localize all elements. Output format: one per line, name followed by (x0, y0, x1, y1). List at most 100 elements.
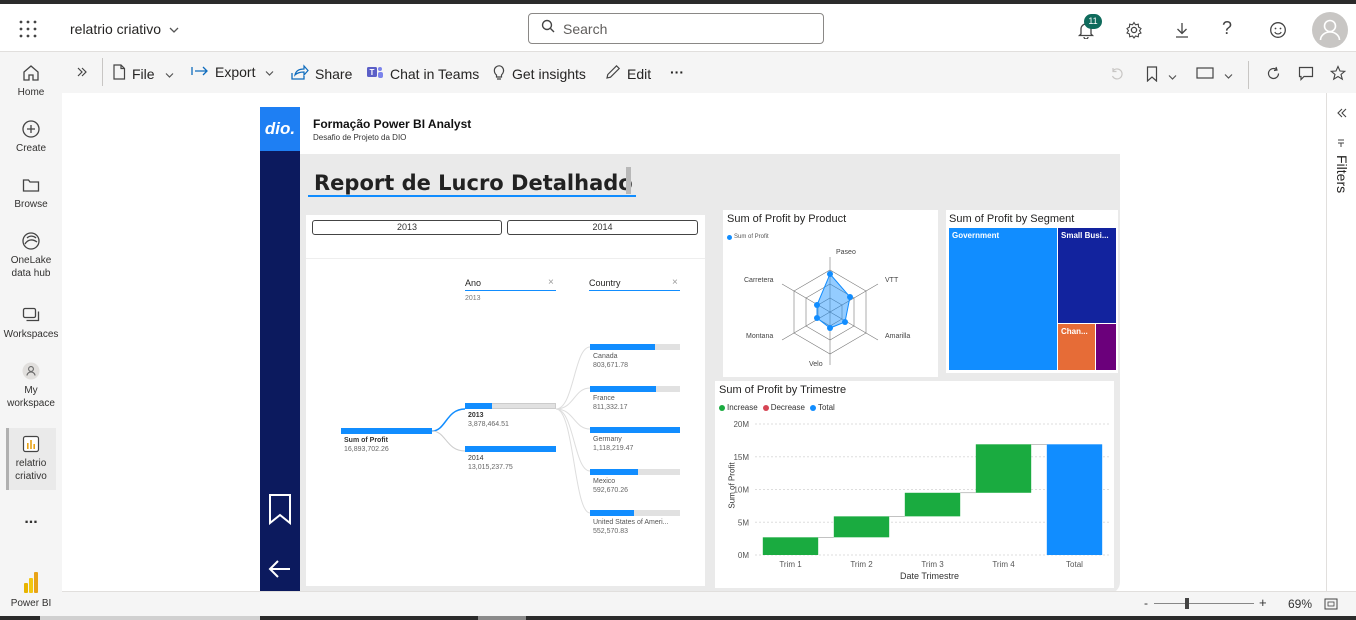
avatar[interactable] (1312, 12, 1348, 48)
collapse-icon[interactable] (1337, 105, 1347, 123)
country-bar[interactable] (590, 385, 656, 392)
nav-powerbi[interactable]: Power BI (0, 570, 62, 610)
increase-bar[interactable] (904, 492, 961, 517)
get-insights-button[interactable]: Get insights (492, 64, 586, 83)
country-bar[interactable] (590, 344, 655, 350)
country-bar[interactable] (590, 510, 634, 516)
treemap-title: Sum of Profit by Segment (949, 213, 1075, 225)
favorite-star-icon[interactable] (1329, 65, 1347, 86)
increase-bar[interactable] (833, 516, 890, 538)
nav-browse[interactable]: Browse (0, 175, 62, 211)
workspaces-icon (0, 305, 62, 325)
home-icon (0, 63, 62, 83)
chevron-down-icon (1224, 67, 1233, 85)
edit-button[interactable]: Edit (605, 64, 651, 83)
file-menu[interactable]: File (112, 64, 174, 83)
country-bar[interactable] (590, 427, 680, 433)
filter-icon (1336, 135, 1346, 153)
treemap-government[interactable]: Government (949, 228, 1057, 370)
treemap-small-business[interactable]: Small Busi... (1058, 228, 1116, 323)
x-tick-label: Total (1066, 560, 1083, 569)
nav-onelake[interactable]: OneLake data hub (0, 231, 62, 280)
svg-text:T: T (370, 68, 375, 77)
search-box[interactable]: Search (528, 13, 824, 44)
nav-my-workspace[interactable]: My workspace (0, 361, 62, 410)
nav-more[interactable]: ... (0, 511, 62, 527)
refresh-icon[interactable] (1266, 66, 1281, 86)
report-heading: Report de Lucro Detalhado (314, 171, 633, 195)
year-bar[interactable] (465, 446, 556, 452)
y-tick-label: 5M (738, 518, 749, 527)
filters-pane[interactable]: Filters (1326, 93, 1356, 591)
export-menu[interactable]: Export (191, 64, 274, 80)
zoom-slider-thumb[interactable] (1185, 598, 1189, 609)
close-icon[interactable]: × (672, 277, 678, 288)
report-icon (0, 434, 62, 454)
chat-in-teams-button[interactable]: T Chat in Teams (366, 64, 479, 83)
zoom-slider-track[interactable] (1154, 603, 1254, 604)
reset-icon[interactable] (1110, 67, 1124, 86)
x-tick-label: Trim 4 (992, 560, 1015, 569)
year-value: 13,015,237.75 (468, 464, 513, 471)
pencil-icon (605, 64, 621, 83)
fit-to-page-icon[interactable] (1324, 597, 1338, 615)
comment-icon[interactable] (1298, 66, 1314, 86)
lightbulb-icon (492, 64, 506, 83)
help-icon[interactable]: ? (1222, 18, 1232, 39)
report-title: Formação Power BI Analyst (313, 117, 472, 131)
root-label: Sum of Profit (344, 437, 388, 444)
year-bar[interactable] (465, 403, 492, 409)
close-icon[interactable]: × (548, 277, 554, 288)
zoom-in-button[interactable]: + (1259, 595, 1267, 610)
nav-workspaces[interactable]: Workspaces (0, 305, 62, 341)
treemap-other[interactable] (1096, 324, 1116, 370)
report-name-dropdown[interactable]: relatrio criativo (70, 21, 179, 37)
root-bar[interactable] (341, 428, 432, 434)
country-bar[interactable] (590, 468, 638, 475)
share-icon (291, 64, 309, 83)
download-icon[interactable] (1173, 21, 1191, 44)
report-page: dio. Formação Power BI Analyst Desafio d… (260, 107, 1120, 594)
x-tick-label: Trim 3 (921, 560, 944, 569)
nav-home[interactable]: Home (0, 63, 62, 99)
heading-accent (626, 167, 631, 194)
folder-icon (0, 175, 62, 195)
country-label: Mexico (593, 477, 616, 485)
nav-create[interactable]: Create (0, 119, 62, 155)
radar-label: Velo (809, 361, 823, 368)
bookmark-icon[interactable] (268, 493, 292, 530)
country-header[interactable]: Country (589, 278, 680, 291)
expand-pane-icon[interactable] (76, 65, 88, 83)
more-options-button[interactable]: ··· (670, 64, 684, 80)
search-placeholder: Search (563, 20, 608, 37)
back-arrow-icon[interactable] (268, 559, 292, 584)
increase-bar[interactable] (762, 537, 819, 555)
radar-chart[interactable] (723, 210, 938, 377)
feedback-smiley-icon[interactable] (1269, 21, 1287, 44)
file-icon (112, 64, 126, 83)
app-launcher-icon[interactable] (19, 20, 37, 43)
ano-header[interactable]: Ano (465, 278, 556, 291)
notification-badge: 11 (1084, 14, 1102, 29)
treemap-channel[interactable]: Chan... (1058, 324, 1095, 370)
report-subtitle: Desafio de Projeto da DIO (313, 133, 407, 142)
tree-connectors (431, 346, 591, 514)
taskbar-strip (40, 616, 260, 620)
bookmark-menu[interactable] (1146, 66, 1177, 87)
view-menu[interactable] (1196, 66, 1233, 85)
nav-current-report[interactable]: relatrio criativo (0, 434, 62, 483)
gear-icon[interactable] (1125, 21, 1143, 44)
y-tick-label: 0M (738, 551, 749, 560)
share-button[interactable]: Share (291, 64, 352, 83)
chevron-down-icon (265, 64, 274, 80)
increase-bar[interactable] (975, 444, 1032, 493)
x-tick-label: Trim 1 (779, 560, 802, 569)
root-value: 16,893,702.26 (344, 446, 389, 453)
radar-card: Sum of Profit by Product Sum of Profit P… (723, 210, 938, 377)
teams-icon: T (366, 64, 384, 83)
waterfall-chart[interactable]: 20M 15M 10M 5M 0M Trim 1 Trim 2 Trim 3 Trim 4 Tot… (715, 381, 1114, 588)
zoom-out-button[interactable]: - (1144, 596, 1148, 610)
year-value: 3,878,464.51 (468, 421, 509, 428)
total-bar[interactable] (1046, 444, 1103, 555)
powerbi-logo-icon (0, 570, 62, 594)
